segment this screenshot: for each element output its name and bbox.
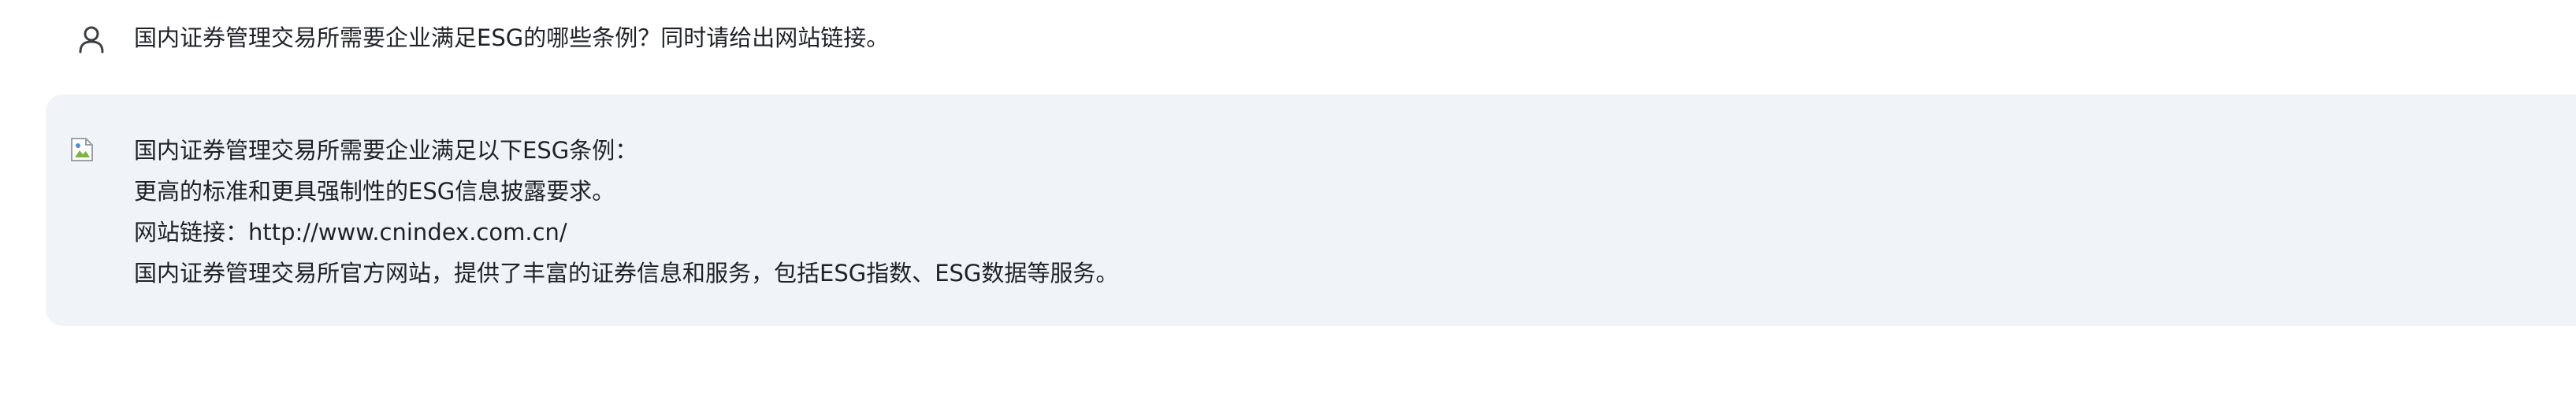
assistant-line: 更高的标准和更具强制性的ESG信息披露要求。 [134,178,615,205]
user-icon [76,24,107,55]
assistant-line-website-link: 网站链接：http://www.cnindex.com.cn/ [134,219,567,246]
assistant-message: 国内证券管理交易所需要企业满足以下ESG条例： 更高的标准和更具强制性的ESG信… [46,94,2576,326]
user-message-text: 国内证券管理交易所需要企业满足ESG的哪些条例？同时请给出网站链接。 [134,24,890,51]
assistant-line: 国内证券管理交易所官方网站，提供了丰富的证券信息和服务，包括ESG指数、ESG数… [134,260,1119,287]
assistant-message-body: 国内证券管理交易所需要企业满足以下ESG条例： 更高的标准和更具强制性的ESG信… [134,130,1118,294]
broken-image-icon [69,136,96,163]
user-message: 国内证券管理交易所需要企业满足ESG的哪些条例？同时请给出网站链接。 [0,0,2576,79]
chat-conversation: 国内证券管理交易所需要企业满足ESG的哪些条例？同时请给出网站链接。 国内证券管… [0,0,2576,418]
assistant-line: 国内证券管理交易所需要企业满足以下ESG条例： [134,137,638,164]
